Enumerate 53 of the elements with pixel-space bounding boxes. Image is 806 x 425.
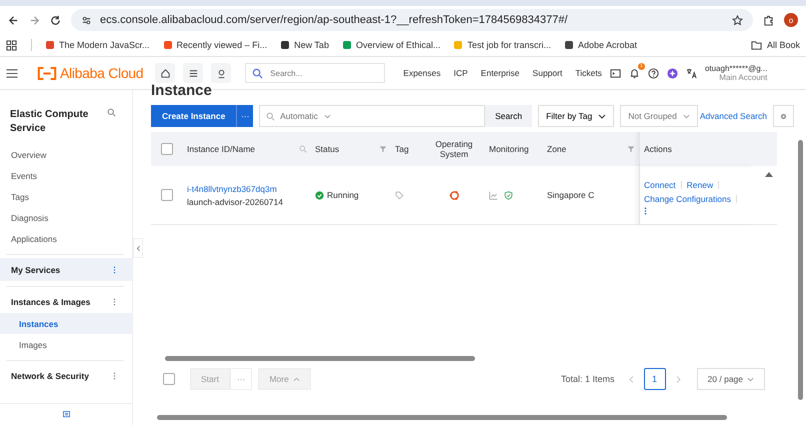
create-instance-button[interactable]: Create Instance bbox=[151, 105, 236, 127]
sidebar-item[interactable]: Instances bbox=[0, 313, 132, 334]
bookmark[interactable]: Adobe Acrobat bbox=[565, 40, 638, 50]
bookmark[interactable]: New Tab bbox=[281, 40, 329, 50]
sidebar-item[interactable]: Applications bbox=[0, 228, 132, 249]
sidebar-item[interactable]: Events bbox=[0, 165, 132, 186]
search-field[interactable]: Search... bbox=[245, 63, 386, 83]
column-header: Monitoring bbox=[489, 144, 529, 154]
sidebar-section[interactable]: My Services bbox=[0, 258, 132, 281]
account-name[interactable]: otuagh******@g... bbox=[704, 64, 768, 73]
status-text: Running bbox=[327, 190, 359, 200]
account-role: Main Account bbox=[719, 73, 768, 82]
action-link[interactable]: Renew bbox=[686, 180, 714, 190]
nav-link[interactable]: ICP bbox=[454, 68, 468, 78]
more-button[interactable]: ··· bbox=[236, 105, 254, 127]
nav-link[interactable]: Expenses bbox=[403, 68, 441, 78]
bookmark[interactable]: Test job for transcri... bbox=[454, 40, 552, 50]
column-header: Status bbox=[315, 144, 340, 154]
bookmark[interactable]: Overview of Ethical... bbox=[342, 40, 440, 50]
profile-avatar[interactable]: o bbox=[784, 13, 798, 27]
bookmark[interactable]: Recently viewed – Fi... bbox=[164, 40, 268, 50]
total-count: Total: 1 Items bbox=[561, 374, 615, 384]
bookmark[interactable]: The Modern JavaScr... bbox=[46, 40, 150, 50]
action-link[interactable]: Connect bbox=[644, 180, 676, 190]
column-header: Operating System bbox=[434, 139, 474, 159]
instance-id-link[interactable]: i-t4n8llvtnynzb367dq3m bbox=[187, 184, 277, 194]
instance-name: launch-advisor-20260714 bbox=[187, 196, 283, 206]
zone-text: Singapore C bbox=[547, 190, 594, 200]
filter-by-tag-dropdown[interactable]: Filter by Tag bbox=[538, 105, 614, 127]
search-button[interactable]: Search bbox=[485, 105, 532, 127]
sidebar-item[interactable]: Overview bbox=[0, 144, 132, 165]
nav-link[interactable]: Support bbox=[532, 68, 562, 78]
address-bar[interactable]: ecs.console.alibabacloud.com/server/region/ap-southeast-1?__refreshToken=1784569834377#/ bbox=[71, 9, 753, 31]
column-header: Instance ID/Name bbox=[187, 144, 256, 154]
all-bookmarks-button[interactable]: All Book bbox=[750, 40, 800, 50]
column-header: Tag bbox=[395, 144, 409, 154]
advanced-search-link[interactable]: Advanced Search bbox=[700, 111, 767, 121]
sidebar-title: Elastic Compute Service bbox=[10, 108, 90, 136]
sidebar-item[interactable]: Images bbox=[0, 334, 132, 355]
page-size-dropdown[interactable]: 20 / page bbox=[696, 368, 765, 390]
sidebar-section[interactable]: Network & Security bbox=[0, 364, 132, 387]
grouping-dropdown[interactable]: Not Grouped bbox=[620, 105, 698, 127]
search-field[interactable]: Automatic bbox=[259, 105, 486, 127]
page-title: Instance bbox=[151, 84, 213, 99]
nav-link[interactable]: Tickets bbox=[575, 68, 602, 78]
column-header: Actions bbox=[644, 144, 672, 154]
action-link[interactable]: Change Configurations bbox=[644, 194, 731, 204]
sidebar-item[interactable]: Diagnosis bbox=[0, 207, 132, 228]
sidebar-item[interactable]: Tags bbox=[0, 186, 132, 207]
sidebar-section[interactable]: Instances & Images bbox=[0, 290, 132, 313]
page-number[interactable]: 1 bbox=[644, 368, 666, 390]
column-header: Zone bbox=[547, 144, 566, 154]
nav-link[interactable]: Enterprise bbox=[480, 68, 520, 78]
